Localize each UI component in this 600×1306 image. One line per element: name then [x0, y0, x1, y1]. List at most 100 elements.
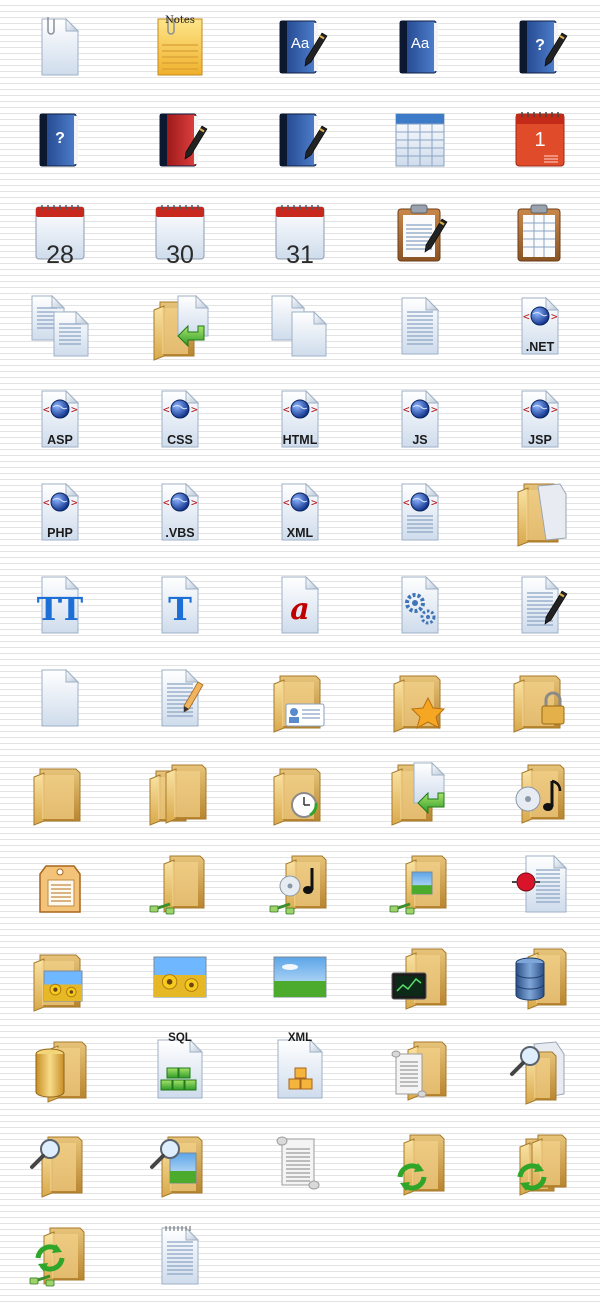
icon-tile	[360, 651, 480, 744]
icon-tile: a	[240, 558, 360, 651]
icon-tile	[480, 465, 600, 558]
copy-documents-icon	[31, 294, 90, 356]
icon-tile: < > JSP	[480, 372, 600, 465]
text-document-icon	[401, 296, 440, 354]
icon-tile: 1	[480, 93, 600, 186]
icon-tile	[120, 651, 240, 744]
folder-move-document-icon	[391, 761, 446, 826]
icon-tile	[0, 1023, 120, 1116]
svg-text:>: >	[311, 403, 318, 416]
svg-text:<: <	[283, 403, 290, 416]
sync-folder-icon	[397, 1134, 445, 1196]
folder-import-icon	[153, 294, 210, 361]
jsp-web-file-icon: < >	[521, 389, 560, 447]
folder-monitor-icon	[391, 948, 447, 1010]
web-document-icon: < >	[401, 482, 440, 540]
svg-text:<: <	[403, 403, 410, 416]
icon-tile	[360, 837, 480, 930]
notepad-document-icon	[161, 1225, 200, 1284]
icon-tile: < > XML	[240, 465, 360, 558]
icon-tile	[120, 93, 240, 186]
icon-tile: Aa	[240, 0, 360, 93]
sunflower-picture-icon	[153, 956, 207, 997]
icon-tile	[480, 837, 600, 930]
duplicate-blank-documents-icon	[271, 294, 328, 356]
svg-text:>: >	[191, 496, 198, 509]
vbs-web-file-icon: < >	[161, 482, 200, 540]
icon-tile	[480, 930, 600, 1023]
svg-text:>: >	[431, 496, 438, 509]
help-book-edit-icon	[519, 20, 568, 73]
svg-text:<: <	[43, 496, 50, 509]
icon-tile: < > ASP	[0, 372, 120, 465]
landscape-picture-icon	[273, 956, 327, 997]
document-record-icon	[512, 854, 568, 912]
settings-file-icon	[401, 575, 440, 633]
icon-tile: < > CSS	[120, 372, 240, 465]
clipboard-edit-icon	[397, 204, 448, 261]
network-sync-folder-icon	[29, 1227, 85, 1286]
folder-contact-card-icon	[273, 675, 325, 733]
search-folder-icon	[30, 1136, 83, 1198]
icon-tile	[360, 1116, 480, 1209]
blank-document-icon	[41, 668, 80, 726]
folder-locked-icon	[513, 675, 565, 733]
icon-tile	[240, 837, 360, 930]
icon-tile: 30	[120, 186, 240, 279]
svg-text:<: <	[163, 403, 170, 416]
js-web-file-icon: < >	[401, 389, 440, 447]
svg-text:>: >	[71, 403, 78, 416]
icon-tile	[0, 930, 120, 1023]
dictionary-book-edit-icon	[279, 20, 328, 73]
sql-file-icon	[157, 1038, 204, 1098]
icon-tile	[0, 279, 120, 372]
icon-tile	[240, 930, 360, 1023]
php-web-file-icon: < >	[41, 482, 80, 540]
icon-tile: < > PHP	[0, 465, 120, 558]
search-document-icon	[510, 1040, 565, 1105]
icon-tile	[360, 279, 480, 372]
icon-tile: < > .VBS	[120, 465, 240, 558]
icon-tile: 31	[240, 186, 360, 279]
icon-tile	[120, 744, 240, 837]
icon-tile	[240, 651, 360, 744]
network-music-folder-icon	[269, 855, 327, 914]
table-icon	[395, 113, 445, 166]
folder-document-icon	[517, 482, 567, 547]
asp-web-file-icon: < >	[41, 389, 80, 447]
sync-folders-icon	[517, 1134, 567, 1196]
icon-tile	[120, 837, 240, 930]
css-web-file-icon: < >	[161, 389, 200, 447]
icon-tile: < > JS	[360, 372, 480, 465]
svg-text:<: <	[523, 310, 530, 323]
blue-book-edit-icon	[279, 113, 328, 166]
svg-text:<: <	[43, 403, 50, 416]
folder-pictures-icon	[33, 954, 83, 1012]
svg-text:<: <	[283, 496, 290, 509]
icon-tile	[360, 930, 480, 1023]
dictionary-book-icon	[399, 20, 438, 73]
svg-text:>: >	[71, 496, 78, 509]
clipboard-table-icon	[517, 204, 561, 261]
red-book-edit-icon	[159, 113, 208, 166]
write-document-icon	[521, 575, 568, 633]
type-font-icon	[161, 575, 200, 633]
icon-tile	[120, 279, 240, 372]
folder-music-cd-icon	[515, 764, 565, 824]
icon-tile	[240, 93, 360, 186]
icon-tile	[480, 558, 600, 651]
icon-tile	[120, 930, 240, 1023]
icon-tile: Notes	[120, 0, 240, 93]
folder-favorite-star-icon	[393, 675, 446, 733]
icon-tile	[0, 1209, 120, 1302]
icon-tile	[0, 744, 120, 837]
truetype-font-icon	[41, 575, 80, 633]
folder-database-icon	[515, 948, 567, 1010]
icon-tile: XML	[240, 1023, 360, 1116]
icon-tile	[480, 186, 600, 279]
folder-scroll-icon	[391, 1041, 447, 1101]
icon-tile	[360, 1023, 480, 1116]
blank-document-clip-icon	[41, 16, 80, 75]
xml-web-file-icon: < >	[281, 482, 320, 540]
folders-icon	[149, 764, 207, 826]
